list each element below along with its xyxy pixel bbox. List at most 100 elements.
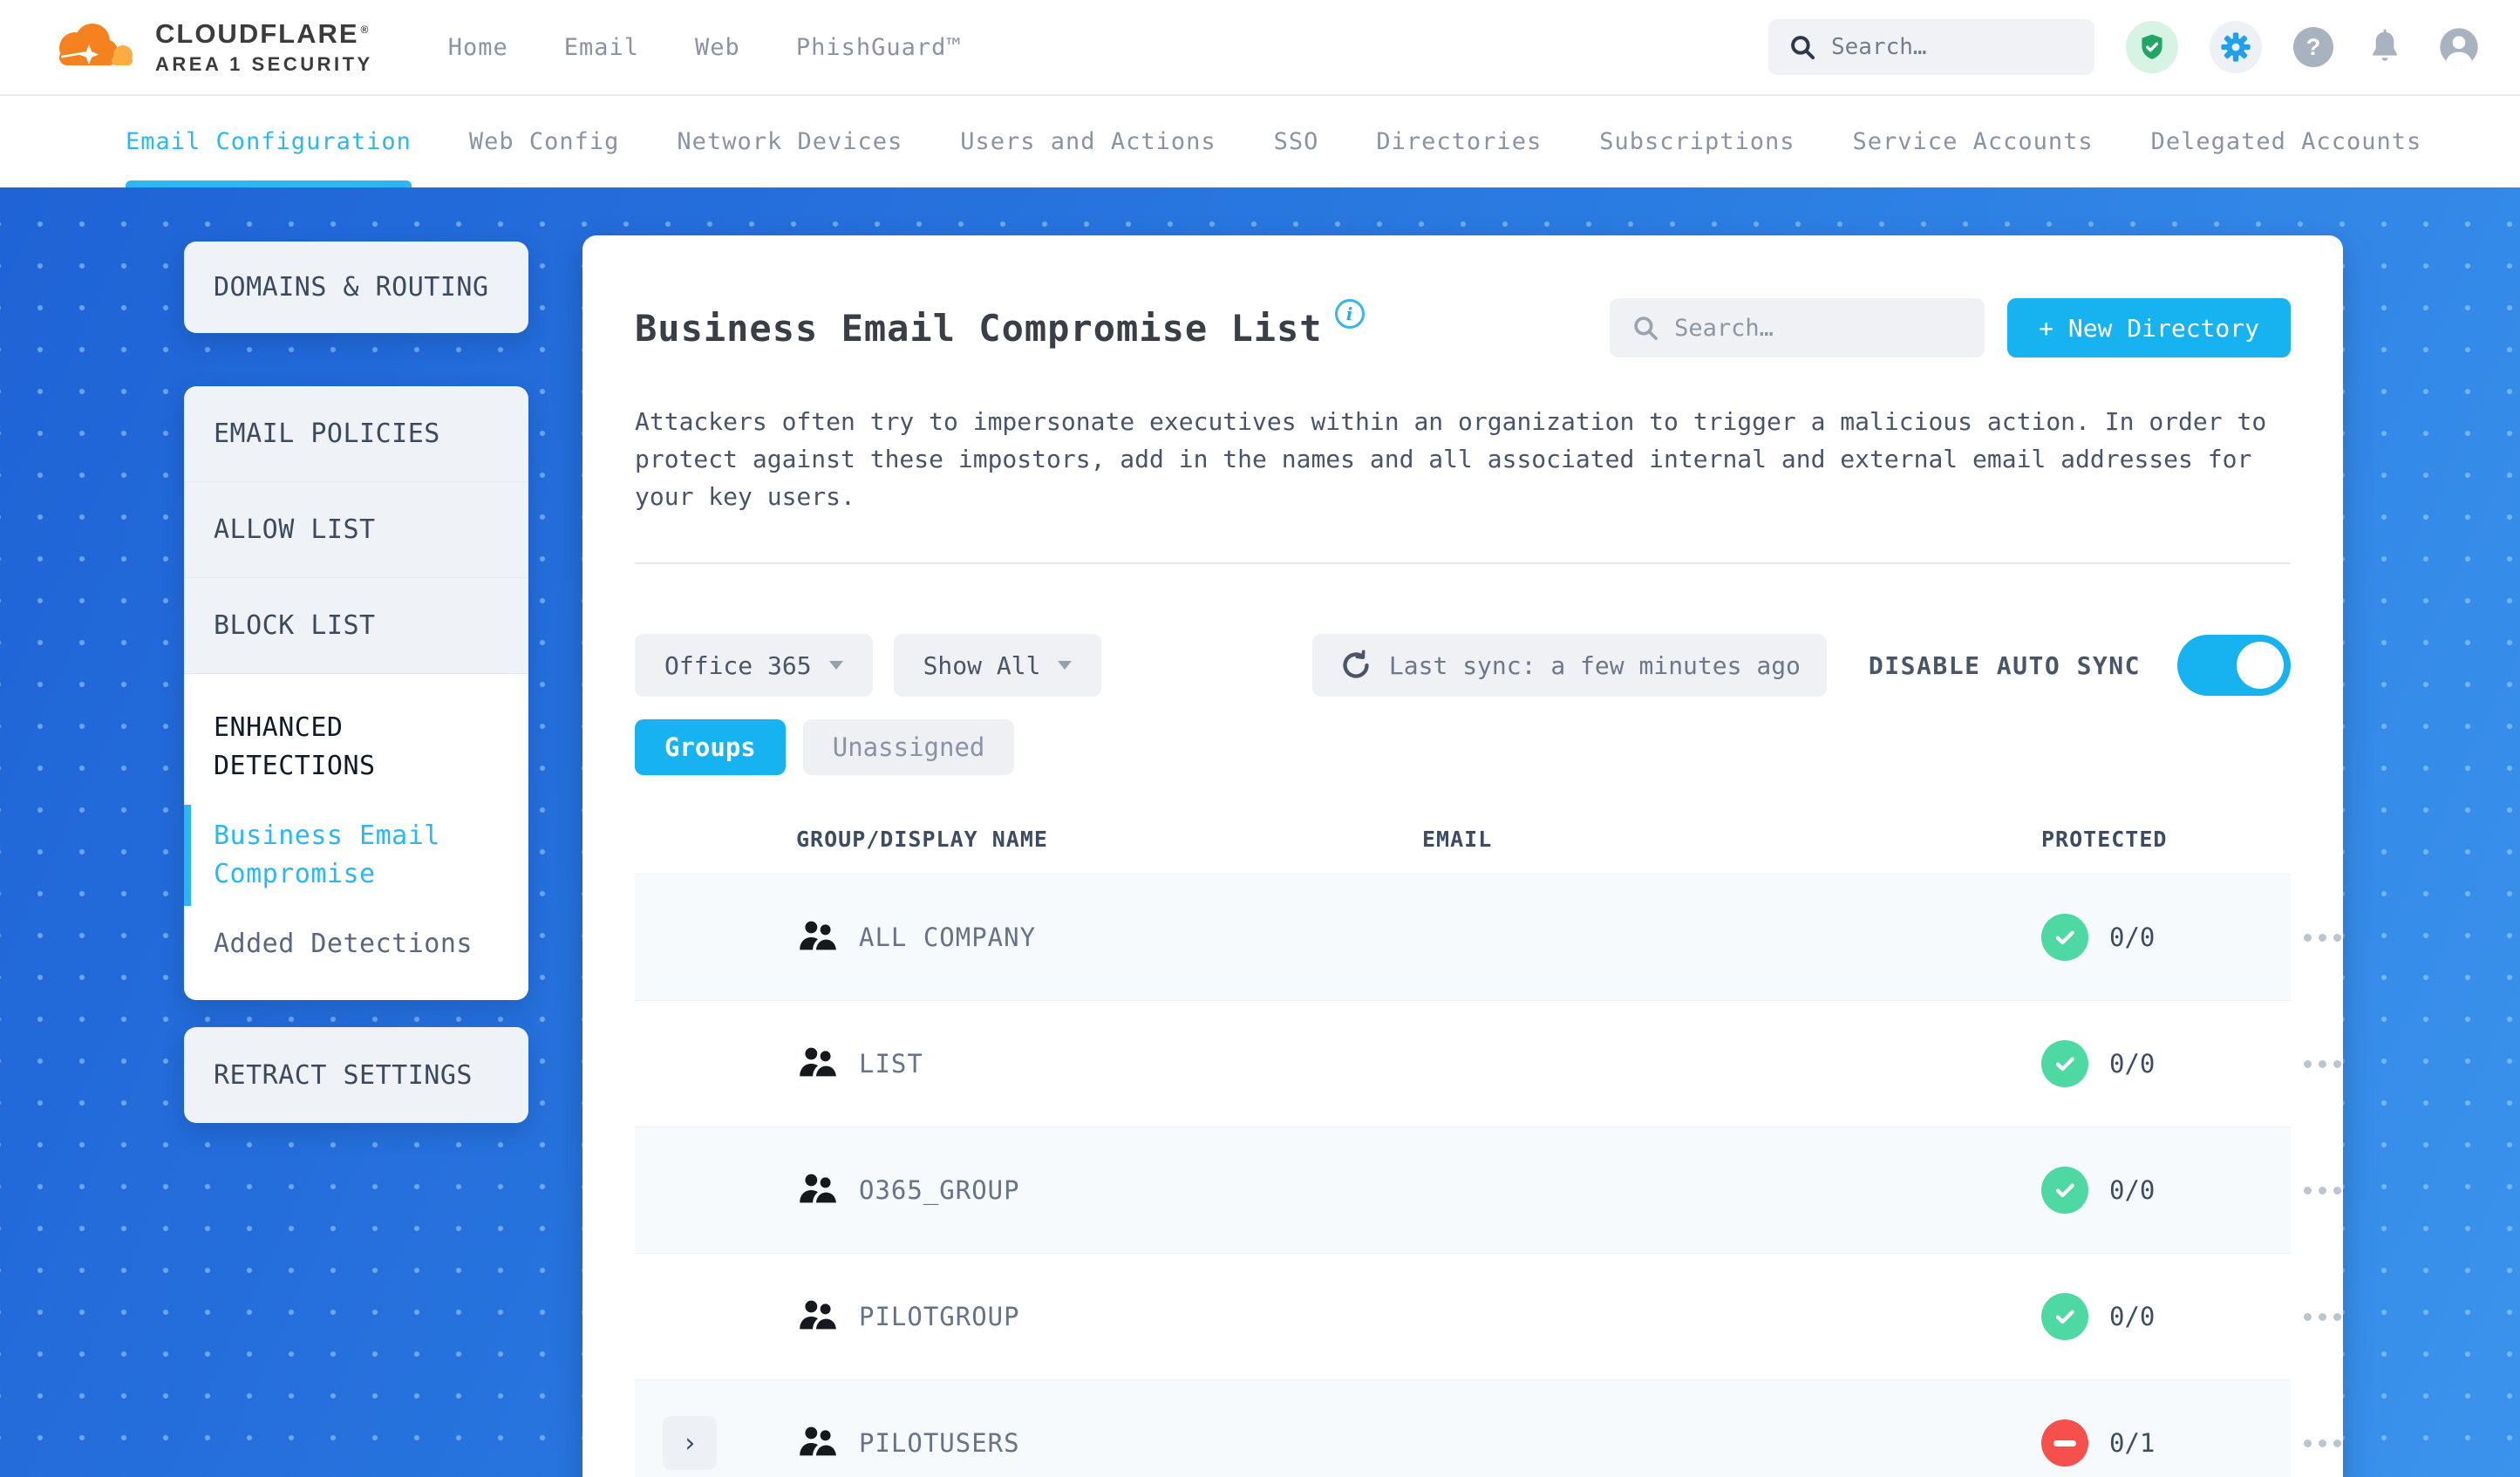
block-list-label: BLOCK LIST [214,610,376,641]
column-header-group-display-name: GROUP/DISPLAY NAME [796,826,1048,852]
directory-search-input[interactable] [1674,314,1965,342]
last-sync-refresh-button[interactable]: Last sync: a few minutes ago [1311,634,1827,697]
domains-routing-label: DOMAINS & ROUTING [214,272,489,303]
row-menu-button[interactable] [2292,922,2343,954]
column-header-email: EMAIL [1422,826,1493,852]
check-icon [2055,1183,2074,1198]
protected-status-badge [2041,914,2088,961]
auto-sync-label: DISABLE AUTO SYNC [1868,650,2141,680]
protected-count: 0/0 [2109,1049,2156,1079]
check-icon [2055,1057,2074,1072]
protected-count: 0/1 [2109,1428,2156,1458]
nav-web[interactable]: Web [695,34,740,61]
protected-count: 0/0 [2109,1302,2156,1331]
row-menu-button[interactable] [2292,1301,2343,1333]
panel-actions: + New Directory [1610,298,2291,357]
table-row: › PILOTGROUP 0/0 [635,1253,2341,1379]
protected-status-badge [2041,1167,2088,1214]
retract-settings-label: RETRACT SETTINGS [214,1059,473,1091]
group-name: O365_GROUP [859,1175,1020,1205]
email-policies-label: EMAIL POLICIES [214,419,440,449]
tab-directories[interactable]: Directories [1376,96,1542,187]
directory-search[interactable] [1610,298,1985,357]
help-button[interactable]: ? [2293,27,2333,67]
group-name: PILOTUSERS [859,1428,1020,1458]
sidebar-item-added-detections[interactable]: Added Detections [214,925,499,963]
directory-type-value: Office 365 [664,650,812,680]
sidebar-item-retract-settings[interactable]: RETRACT SETTINGS [184,1027,528,1123]
check-icon [2055,930,2074,945]
groups-table: GROUP/DISPLAY NAME EMAIL PROTECTED › ALL… [635,804,2341,1477]
protected-cell: 0/0 [2041,1040,2292,1087]
header-actions: ? [1768,19,2482,75]
view-tabs: Groups Unassigned [635,719,2291,775]
tab-subscriptions[interactable]: Subscriptions [1599,96,1795,187]
sidebar-item-block-list[interactable]: BLOCK LIST [184,578,528,674]
group-icon [800,921,836,950]
global-search-input[interactable] [1831,34,2075,60]
group-name: PILOTGROUP [859,1302,1020,1331]
info-icon[interactable]: i [1334,299,1365,329]
question-mark-icon: ? [2305,33,2321,60]
nav-email[interactable]: Email [564,34,639,61]
notifications-bell-icon[interactable] [2365,27,2405,67]
group-name: LIST [859,1049,923,1079]
tab-email-configuration[interactable]: Email Configuration [126,96,412,187]
workspace-background: DOMAINS & ROUTING EMAIL POLICIES ALLOW L… [0,187,2520,1477]
protected-cell: 0/0 [2041,1293,2292,1340]
protected-count: 0/0 [2109,1175,2156,1205]
table-row: › LIST 0/0 [635,1000,2341,1126]
auto-sync-toggle[interactable] [2177,635,2291,696]
user-avatar-icon[interactable] [2436,24,2482,70]
group-icon [800,1047,836,1077]
row-menu-button[interactable] [2292,1174,2343,1207]
sidebar-item-email-policies[interactable]: EMAIL POLICIES [184,386,528,482]
security-status-button[interactable] [2126,21,2178,73]
show-filter-dropdown[interactable]: Show All [893,634,1102,697]
table-row: › ALL COMPANY 0/0 [635,874,2341,1000]
section-divider [635,562,2291,564]
tab-service-accounts[interactable]: Service Accounts [1853,96,2094,187]
tab-groups[interactable]: Groups [635,719,786,775]
expand-row-button[interactable]: › [663,1416,717,1470]
tab-delegated-accounts[interactable]: Delegated Accounts [2151,96,2422,187]
tab-web-config[interactable]: Web Config [469,96,620,187]
new-directory-button[interactable]: + New Directory [2007,298,2291,357]
group-name: ALL COMPANY [859,922,1037,952]
config-tabs-bar: Email Configuration Web Config Network D… [0,96,2520,187]
settings-button[interactable] [2210,21,2262,73]
sidebar-item-business-email-compromise[interactable]: Business Email Compromise [184,805,499,906]
search-icon [1791,36,1815,60]
tab-users-and-actions[interactable]: Users and Actions [960,96,1216,187]
tab-sso[interactable]: SSO [1274,96,1319,187]
protected-cell: 0/0 [2041,1167,2292,1214]
global-search[interactable] [1768,19,2094,75]
row-menu-button[interactable] [2292,1427,2343,1460]
nav-phishguard[interactable]: PhishGuard™ [796,34,962,61]
chevron-down-icon [1058,661,1073,670]
sidebar-item-allow-list[interactable]: ALLOW LIST [184,482,528,578]
show-filter-value: Show All [923,650,1041,680]
cloudflare-cloud-icon [59,24,133,65]
tab-unassigned[interactable]: Unassigned [802,719,1015,775]
search-icon [1634,316,1658,340]
directory-type-dropdown[interactable]: Office 365 [635,634,873,697]
table-row: › O365_GROUP 0/0 [635,1126,2341,1253]
top-header: CLOUDFLARE ® AREA 1 SECURITY Home Email W… [0,0,2520,96]
bec-list-panel: Business Email Compromise List i + New D… [582,235,2343,1477]
tab-network-devices[interactable]: Network Devices [677,96,902,187]
allow-list-label: ALLOW LIST [214,514,376,545]
brand-name: CLOUDFLARE [155,18,359,49]
protected-status-badge [2041,1040,2088,1087]
sidebar-item-domains-routing[interactable]: DOMAINS & ROUTING [184,242,528,333]
shield-check-icon [2142,34,2162,59]
table-body: › ALL COMPANY 0/0 [635,874,2341,1477]
row-menu-button[interactable] [2292,1048,2343,1080]
sidebar-policies-card: EMAIL POLICIES ALLOW LIST BLOCK LIST ENH… [184,386,528,1000]
table-row: › PILOTUSERS 0/1 [635,1379,2341,1477]
sidebar-item-enhanced-detections[interactable]: ENHANCED DETECTIONS [214,709,499,786]
nav-home[interactable]: Home [448,34,508,61]
cloudflare-logo[interactable]: CLOUDFLARE ® AREA 1 SECURITY [49,18,373,76]
brand-subtitle: AREA 1 SECURITY [155,53,373,75]
protected-cell: 0/1 [2041,1419,2292,1467]
